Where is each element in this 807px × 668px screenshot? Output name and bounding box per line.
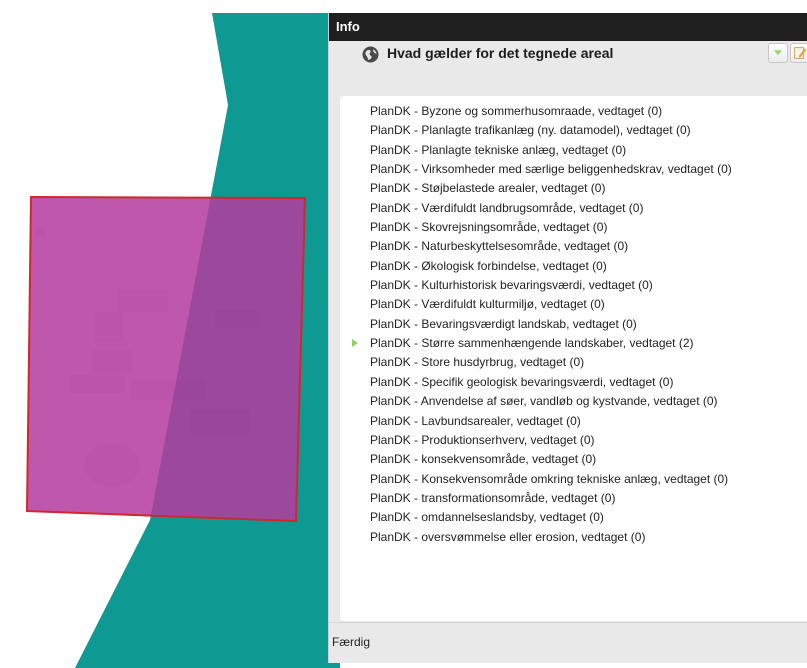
- result-item[interactable]: PlanDK - Byzone og sommerhusomraade, ved…: [340, 102, 807, 121]
- result-item[interactable]: PlanDK - Lavbundsarealer, vedtaget (0): [340, 412, 807, 431]
- result-label: PlanDK - Produktionserhverv, vedtaget (0…: [370, 432, 595, 447]
- status-text: Færdig: [332, 635, 371, 649]
- result-item[interactable]: PlanDK - Økologisk forbindelse, vedtaget…: [340, 257, 807, 276]
- zoom-icon: [773, 50, 783, 56]
- result-item[interactable]: PlanDK - konsekvensområde, vedtaget (0): [340, 450, 807, 469]
- info-panel: Info Hvad gælder for det tegnede areal P…: [328, 13, 807, 663]
- result-item[interactable]: PlanDK - transformationsområde, vedtaget…: [340, 489, 807, 508]
- result-label: PlanDK - Større sammenhængende landskabe…: [370, 336, 694, 351]
- results-list: PlanDK - Byzone og sommerhusomraade, ved…: [340, 96, 807, 547]
- result-item[interactable]: PlanDK - Værdifuldt kulturmiljø, vedtage…: [340, 295, 807, 314]
- globe-icon: [362, 46, 379, 63]
- result-item[interactable]: PlanDK - Planlagte tekniske anlæg, vedta…: [340, 141, 807, 160]
- drawn-area-polygon[interactable]: [25, 195, 307, 523]
- result-item[interactable]: PlanDK - Værdifuldt landbrugsområde, ved…: [340, 199, 807, 218]
- result-item[interactable]: PlanDK - oversvømmelse eller erosion, ve…: [340, 528, 807, 547]
- zoom-to-area-button[interactable]: [768, 43, 788, 63]
- result-label: PlanDK - Skovrejsningsområde, vedtaget (…: [370, 220, 608, 235]
- results-list-box[interactable]: PlanDK - Byzone og sommerhusomraade, ved…: [340, 96, 807, 621]
- result-item[interactable]: PlanDK - Naturbeskyttelsesområde, vedtag…: [340, 237, 807, 256]
- expandable-result-item[interactable]: PlanDK - Større sammenhængende landskabe…: [340, 334, 807, 353]
- result-item[interactable]: PlanDK - Skovrejsningsområde, vedtaget (…: [340, 218, 807, 237]
- result-item[interactable]: PlanDK - Bevaringsværdigt landskab, vedt…: [340, 315, 807, 334]
- result-label: PlanDK - transformationsområde, vedtaget…: [370, 490, 616, 505]
- result-label: PlanDK - Planlagte tekniske anlæg, vedta…: [370, 142, 627, 157]
- result-label: PlanDK - Byzone og sommerhusomraade, ved…: [370, 104, 663, 118]
- result-label: PlanDK - Specifik geologisk bevaringsvær…: [370, 374, 674, 389]
- result-item[interactable]: PlanDK - Virksomheder med særlige beligg…: [340, 160, 807, 179]
- result-label: PlanDK - Støjbelastede arealer, vedtaget…: [370, 181, 606, 196]
- expand-arrow-icon[interactable]: [352, 339, 358, 348]
- result-label: PlanDK - Værdifuldt kulturmiljø, vedtage…: [370, 297, 605, 312]
- result-item[interactable]: PlanDK - Planlagte trafikanlæg (ny. data…: [340, 121, 807, 140]
- result-item[interactable]: PlanDK - Støjbelastede arealer, vedtaget…: [340, 179, 807, 198]
- edit-button[interactable]: [790, 43, 807, 63]
- result-label: PlanDK - Værdifuldt landbrugsområde, ved…: [370, 200, 644, 215]
- result-label: PlanDK - Anvendelse af søer, vandløb og …: [370, 394, 718, 409]
- result-item[interactable]: PlanDK - Konsekvensområde omkring teknis…: [340, 470, 807, 489]
- result-item[interactable]: PlanDK - Produktionserhverv, vedtaget (0…: [340, 431, 807, 450]
- result-label: PlanDK - oversvømmelse eller erosion, ve…: [370, 529, 646, 544]
- result-item[interactable]: PlanDK - Store husdyrbrug, vedtaget (0): [340, 353, 807, 372]
- result-label: PlanDK - konsekvensområde, vedtaget (0): [370, 452, 597, 467]
- result-item[interactable]: PlanDK - Kulturhistorisk bevaringsværdi,…: [340, 276, 807, 295]
- result-label: PlanDK - Virksomheder med særlige beligg…: [370, 162, 732, 177]
- result-item[interactable]: PlanDK - Specifik geologisk bevaringsvær…: [340, 373, 807, 392]
- result-label: PlanDK - Konsekvensområde omkring teknis…: [370, 471, 729, 486]
- result-label: PlanDK - Store husdyrbrug, vedtaget (0): [370, 355, 585, 370]
- result-label: PlanDK - Kulturhistorisk bevaringsværdi,…: [370, 278, 653, 293]
- result-item[interactable]: PlanDK - omdannelseslandsby, vedtaget (0…: [340, 508, 807, 527]
- result-item[interactable]: PlanDK - Anvendelse af søer, vandløb og …: [340, 392, 807, 411]
- info-panel-titlebar[interactable]: Info: [329, 13, 807, 41]
- result-label: PlanDK - Planlagte trafikanlæg (ny. data…: [370, 123, 691, 138]
- result-label: PlanDK - Naturbeskyttelsesområde, vedtag…: [370, 239, 629, 254]
- result-label: PlanDK - Økologisk forbindelse, vedtaget…: [370, 258, 607, 273]
- panel-title: Hvad gælder for det tegnede areal: [387, 45, 614, 61]
- result-label: PlanDK - Lavbundsarealer, vedtaget (0): [370, 413, 581, 428]
- status-footer: Færdig: [329, 622, 807, 663]
- result-label: PlanDK - omdannelseslandsby, vedtaget (0…: [370, 510, 604, 525]
- result-label: PlanDK - Bevaringsværdigt landskab, vedt…: [370, 316, 637, 331]
- edit-icon: [794, 47, 807, 59]
